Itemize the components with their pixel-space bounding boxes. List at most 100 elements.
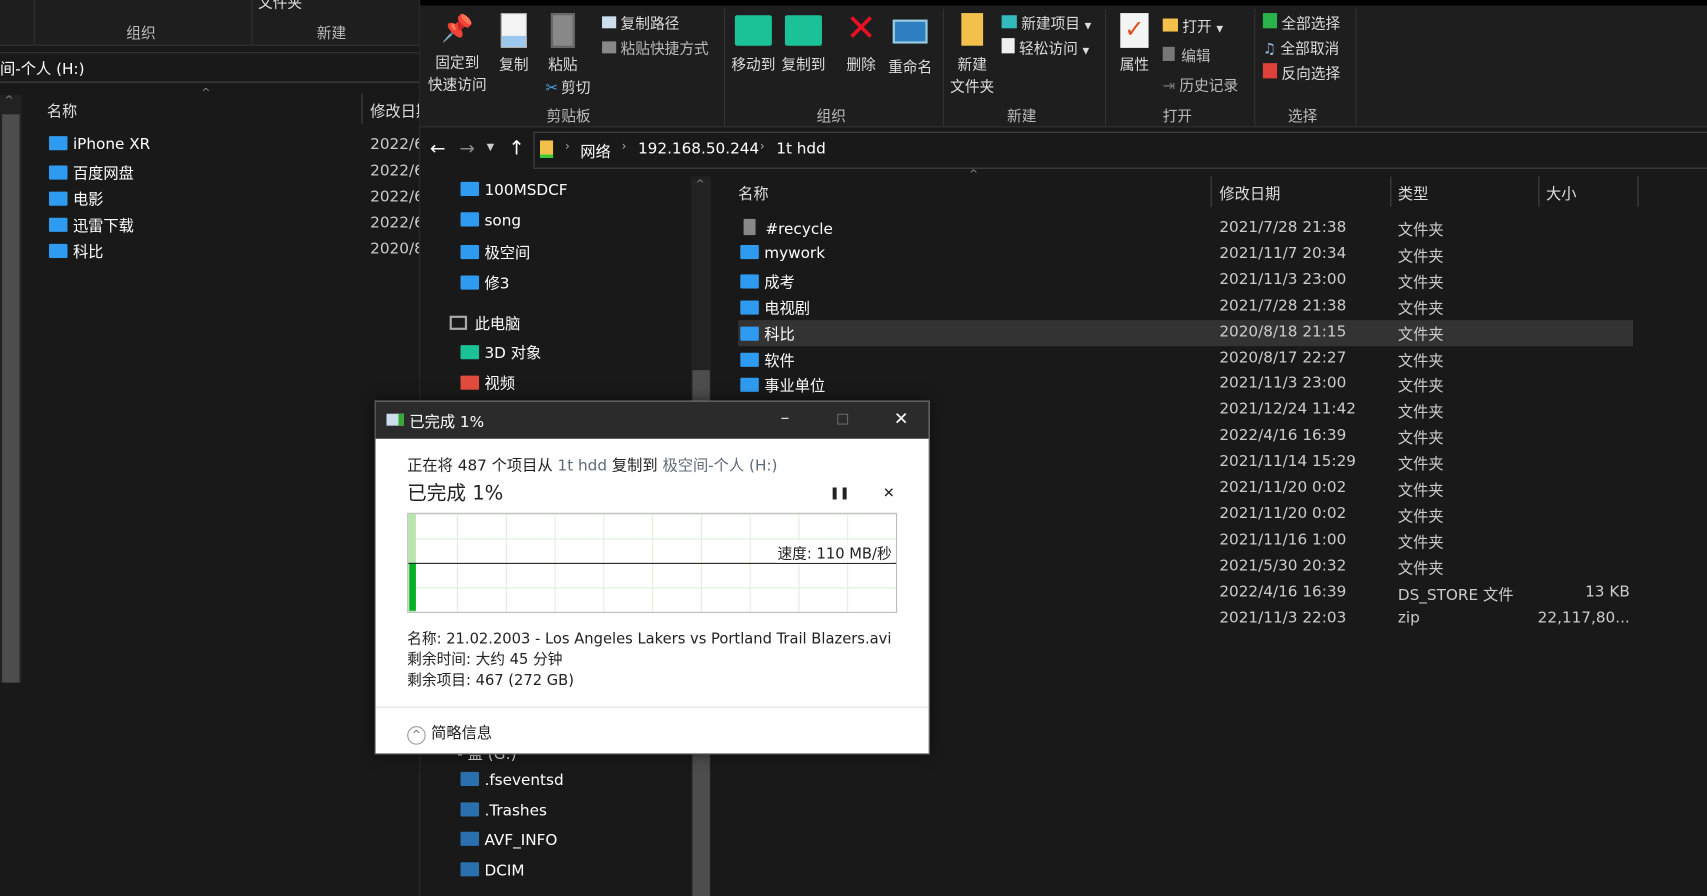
copy-dialog-icon: [386, 413, 404, 426]
pause-button[interactable]: ❚❚: [830, 486, 850, 500]
select-none-button[interactable]: ♫ 全部取消: [1262, 36, 1339, 58]
new-folder-button[interactable]: 新建 文件夹: [947, 13, 997, 96]
destination-link[interactable]: 极空间-个人 (H:): [662, 457, 777, 474]
time-remaining: 剩余时间: 大约 45 分钟: [407, 651, 563, 669]
back-button[interactable]: ←: [430, 138, 446, 160]
copy-button[interactable]: 复制: [496, 13, 531, 74]
items-remaining: 剩余项目: 467 (272 GB): [407, 671, 574, 690]
cut-button[interactable]: ✂ 剪切: [545, 75, 590, 96]
paste-button[interactable]: 粘贴: [544, 13, 581, 74]
column-size[interactable]: 大小: [1546, 183, 1576, 205]
nav-item[interactable]: song: [460, 211, 521, 229]
left-scrollbar[interactable]: ^: [0, 94, 22, 683]
nav-item[interactable]: 极空间: [460, 242, 530, 264]
copy-description: 正在将 487 个项目从 1t hdd 复制到 极空间-个人 (H:): [407, 457, 778, 475]
file-date: 2022/6: [370, 162, 424, 180]
minimize-button[interactable]: –: [781, 407, 790, 428]
less-details-button[interactable]: ^ 简略信息: [407, 722, 492, 745]
left-file-row[interactable]: 电影: [48, 188, 103, 210]
easy-access-button[interactable]: 轻松访问 ▼: [1001, 36, 1089, 58]
properties-button[interactable]: ✓ 属性: [1113, 13, 1157, 74]
type-cell: 文件夹: [1397, 300, 1444, 318]
date-cell: 2022/4/16 16:39: [1219, 583, 1347, 601]
desktop: 文件夹 组织 新建 间-个人 (H:) ^ ^ 名称 修改日期 iPhone X…: [0, 0, 1707, 896]
type-cell: 文件夹: [1397, 404, 1444, 422]
select-none-icon: ♫: [1262, 40, 1277, 58]
maximize-button: [837, 413, 849, 425]
address-bar[interactable]: › 网络 › 192.168.50.244 › 1t hdd: [533, 131, 1707, 169]
speed-label: 速度: 110 MB/秒: [777, 541, 892, 563]
folder-icon: [48, 243, 68, 259]
recycle-bin-icon: [743, 218, 756, 236]
column-name[interactable]: 名称: [47, 100, 77, 122]
left-file-row[interactable]: 科比: [48, 241, 103, 263]
percent-complete: 已完成 1%: [407, 482, 504, 506]
left-file-row[interactable]: 迅雷下载: [48, 214, 134, 236]
type-cell: 文件夹: [1397, 560, 1444, 578]
crumb-ip[interactable]: 192.168.50.244: [638, 140, 759, 157]
file-row[interactable]: mywork 2021/11/7 20:34 文件夹: [738, 242, 1633, 268]
nav-item-3d-objects[interactable]: 3D 对象: [460, 342, 541, 364]
date-cell: 2021/5/30 20:32: [1219, 557, 1347, 575]
rename-button[interactable]: 重命名: [886, 13, 934, 76]
invert-selection-button[interactable]: 反向选择: [1262, 61, 1340, 83]
dialog-titlebar[interactable]: 已完成 1% – ✕: [375, 401, 929, 439]
column-name[interactable]: 名称: [738, 183, 768, 205]
file-row[interactable]: 事业单位 2021/11/3 23:00 文件夹: [738, 372, 1633, 398]
file-name: iPhone XR: [72, 136, 151, 154]
column-modified[interactable]: 修改日期: [1219, 183, 1280, 205]
group-select: 选择: [1287, 107, 1318, 126]
group-organize: 组织: [126, 25, 156, 43]
folder-icon: [460, 211, 480, 226]
select-all-button[interactable]: 全部选择: [1262, 11, 1340, 33]
file-name-cell: 软件: [740, 349, 795, 371]
close-button[interactable]: ✕: [894, 408, 909, 429]
pin-button[interactable]: 📌 固定到 快速访问: [427, 13, 488, 94]
nav-item[interactable]: .Trashes: [460, 801, 547, 819]
nav-item-videos[interactable]: 视频: [460, 372, 515, 394]
type-cell: 文件夹: [1397, 378, 1444, 396]
paste-shortcut-button[interactable]: 粘贴快捷方式: [602, 36, 709, 58]
file-row[interactable]: 科比 2020/8/18 21:15 文件夹: [738, 319, 1634, 346]
nav-item[interactable]: 修3: [460, 272, 509, 294]
scrollbar-thumb[interactable]: [2, 114, 20, 683]
up-button[interactable]: ↑: [508, 137, 524, 160]
recent-locations-button[interactable]: ▼: [487, 143, 495, 154]
edit-icon: [1162, 46, 1175, 61]
nav-item[interactable]: AVF_INFO: [460, 831, 557, 849]
open-button[interactable]: 打开 ▼: [1162, 14, 1223, 36]
nav-item[interactable]: DCIM: [460, 861, 524, 879]
nav-item[interactable]: .fseventsd: [460, 771, 564, 789]
crumb-network[interactable]: 网络: [580, 140, 610, 162]
speed-line: [408, 562, 897, 564]
size-cell: 22,117,80...: [1537, 609, 1630, 627]
delete-button[interactable]: ✕ 删除: [843, 9, 880, 74]
left-file-row[interactable]: iPhone XR: [48, 136, 151, 154]
forward-button[interactable]: →: [459, 138, 475, 160]
left-file-row[interactable]: 百度网盘: [48, 162, 134, 184]
date-cell: 2021/7/28 21:38: [1219, 296, 1347, 315]
nav-item[interactable]: 100MSDCF: [460, 181, 568, 199]
new-item-button[interactable]: 新建项目 ▼: [1001, 11, 1091, 33]
file-row[interactable]: 电视剧 2021/7/28 21:38 文件夹: [738, 294, 1633, 320]
file-row[interactable]: 成考 2021/11/3 23:00 文件夹: [738, 268, 1633, 294]
edit-button[interactable]: 编辑: [1162, 44, 1211, 65]
date-cell: 2021/11/14 15:29: [1219, 453, 1356, 471]
file-row[interactable]: #recycle 2021/7/28 21:38 文件夹: [738, 216, 1633, 242]
column-type[interactable]: 类型: [1398, 183, 1428, 205]
folder-icon: [460, 181, 480, 196]
group-new: 新建: [316, 25, 347, 43]
move-to-button[interactable]: 移动到: [729, 15, 777, 74]
copy-path-button[interactable]: 复制路径: [602, 11, 679, 33]
left-explorer-window: 文件夹 组织 新建 间-个人 (H:) ^ ^ 名称 修改日期 iPhone X…: [0, 0, 431, 896]
history-button[interactable]: ⇥ 历史记录: [1163, 73, 1238, 94]
date-cell: 2021/11/7 20:34: [1219, 244, 1347, 263]
source-link[interactable]: 1t hdd: [557, 457, 607, 474]
date-cell: 2021/11/3 22:03: [1219, 609, 1347, 627]
crumb-share[interactable]: 1t hdd: [776, 140, 826, 157]
paste-icon: [550, 13, 575, 48]
copy-to-button[interactable]: 复制到: [780, 15, 828, 74]
cancel-button[interactable]: ✕: [883, 486, 895, 502]
nav-item-this-pc[interactable]: 此电脑: [449, 312, 520, 334]
file-row[interactable]: 软件 2020/8/17 22:27 文件夹: [738, 346, 1633, 372]
